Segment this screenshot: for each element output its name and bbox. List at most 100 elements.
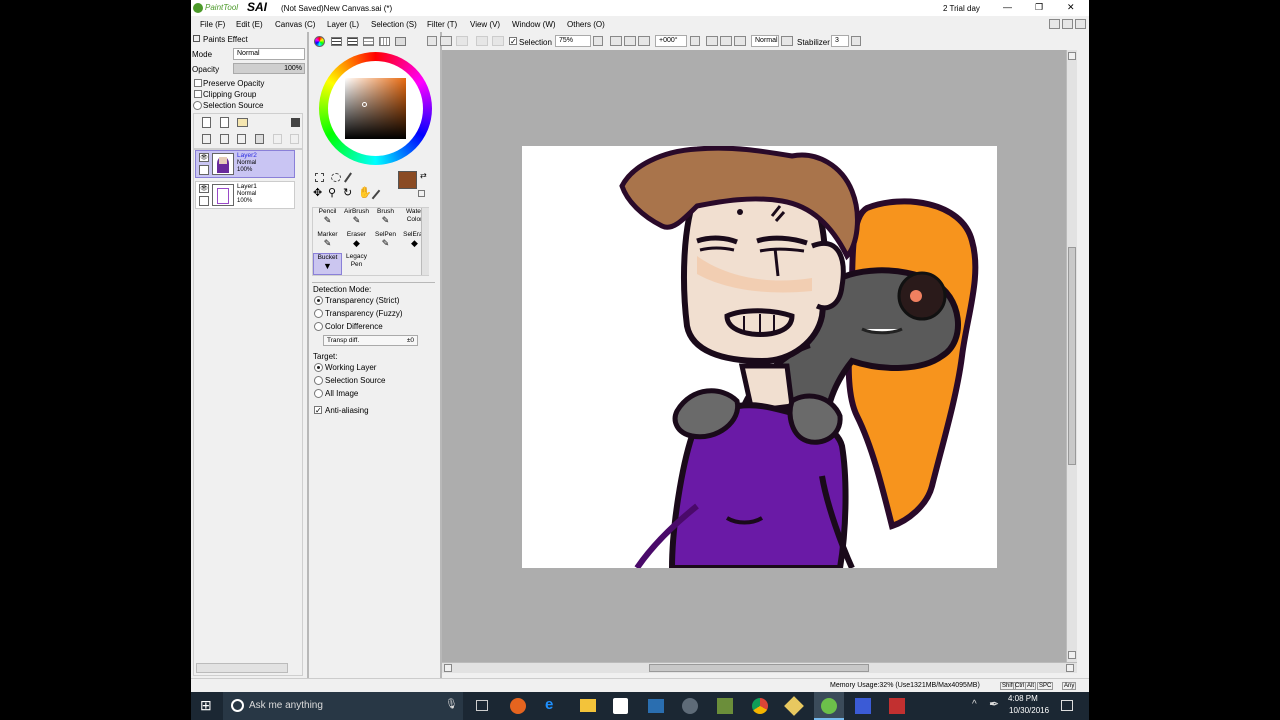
rotation-field[interactable]: +000° — [655, 35, 687, 47]
mode-select[interactable]: Normal — [233, 48, 305, 60]
rotate-left-button[interactable] — [706, 36, 718, 46]
menu-others[interactable]: Others (O) — [567, 20, 605, 29]
store-icon[interactable] — [613, 698, 628, 714]
menu-edit[interactable]: Edit (E) — [236, 20, 263, 29]
layer-row[interactable]: 👁 Layer2 Normal 100% — [195, 150, 295, 178]
delete-layer-icon[interactable] — [255, 134, 264, 144]
new-folder-icon[interactable] — [237, 118, 248, 127]
scroll-down-button[interactable] — [1068, 651, 1076, 659]
canvas-hscrollbar[interactable] — [442, 662, 1077, 673]
invert-selection-button[interactable] — [440, 36, 452, 46]
tool-legacy-pen[interactable]: Legacy Pen — [342, 253, 371, 275]
zoom-icon[interactable]: ⚲ — [328, 186, 336, 199]
show-hidden-icons[interactable]: ^ — [972, 699, 977, 710]
paints-effect-expand-icon[interactable] — [193, 35, 200, 42]
blend-field[interactable]: Normal — [751, 35, 779, 47]
canvas-area[interactable] — [442, 50, 1077, 673]
primary-color-swatch[interactable] — [398, 171, 417, 189]
canvas-vscrollbar[interactable] — [1066, 50, 1077, 662]
tool-bucket[interactable]: Bucket ▼ — [313, 253, 342, 275]
task-view-icon[interactable] — [476, 700, 488, 711]
zoom-field[interactable]: 75% — [555, 35, 591, 47]
steam-icon[interactable] — [682, 698, 698, 714]
rotate-icon[interactable]: ↻ — [343, 186, 352, 199]
move-icon[interactable]: ✥ — [313, 186, 322, 199]
layer-list-hscrollbar[interactable] — [196, 663, 288, 673]
color-diff-radio[interactable] — [314, 322, 323, 331]
scroll-left-button[interactable] — [444, 664, 452, 672]
tool-selpen[interactable]: SelPen ✎ — [371, 231, 400, 253]
color-wheel-mode-icon[interactable] — [314, 36, 325, 47]
menu-file[interactable]: File (F) — [200, 20, 225, 29]
selection-source-radio[interactable] — [193, 101, 202, 110]
brush-lock-icon[interactable] — [199, 165, 209, 175]
zoom-dropdown-button[interactable] — [593, 36, 603, 46]
all-image-radio[interactable] — [314, 389, 323, 398]
stabilizer-dropdown-button[interactable] — [851, 36, 861, 46]
tool-marker[interactable]: Marker ✎ — [313, 231, 342, 253]
rotation-dropdown-button[interactable] — [690, 36, 700, 46]
swatches-icon[interactable] — [379, 37, 390, 46]
new-layer-icon[interactable] — [202, 117, 211, 128]
working-layer-radio[interactable] — [314, 363, 323, 372]
blend-dropdown-button[interactable] — [781, 36, 793, 46]
action-center-icon[interactable] — [1061, 700, 1073, 711]
stabilizer-field[interactable]: 3 — [831, 35, 849, 47]
menu-layer[interactable]: Layer (L) — [327, 20, 359, 29]
cortana-search-box[interactable]: Ask me anything 🎙 — [223, 692, 463, 720]
zoom-in-button[interactable] — [624, 36, 636, 46]
selection-source-target-radio[interactable] — [314, 376, 323, 385]
restore-button[interactable]: ❐ — [1035, 2, 1043, 13]
brush-lock-icon[interactable] — [199, 196, 209, 206]
mail-icon[interactable] — [648, 699, 664, 713]
menu-selection[interactable]: Selection (S) — [371, 20, 417, 29]
doc-restore-button[interactable] — [1062, 19, 1073, 29]
clipping-group-checkbox[interactable] — [194, 90, 202, 98]
zoom-reset-button[interactable] — [638, 36, 650, 46]
rect-select-icon[interactable] — [315, 173, 324, 182]
selection-checkbox[interactable]: ✓ — [509, 37, 517, 46]
close-button[interactable]: ✕ — [1067, 2, 1075, 13]
scratchpad-icon[interactable] — [395, 37, 406, 46]
rgb-slider-icon[interactable] — [331, 37, 342, 46]
menu-view[interactable]: View (V) — [470, 20, 500, 29]
doc-close-button[interactable] — [1075, 19, 1086, 29]
file-explorer-icon[interactable] — [580, 699, 596, 712]
app-icon[interactable] — [855, 698, 871, 714]
transfer-down-icon[interactable] — [202, 134, 211, 144]
menu-window[interactable]: Window (W) — [512, 20, 556, 29]
fuzzy-radio[interactable] — [314, 309, 323, 318]
merge-down-icon[interactable] — [220, 134, 229, 144]
windows-start-icon[interactable]: ⊞ — [200, 697, 212, 714]
tool-airbrush[interactable]: AirBrush ✎ — [342, 208, 371, 230]
app-icon[interactable] — [889, 698, 905, 714]
layer-mask-icon[interactable] — [291, 118, 300, 127]
drawing-canvas[interactable] — [522, 146, 997, 568]
strict-radio[interactable] — [314, 296, 323, 305]
microphone-icon[interactable]: 🎙 — [445, 699, 458, 710]
deselect-button[interactable] — [427, 36, 437, 46]
vscroll-thumb[interactable] — [1068, 247, 1076, 465]
minimize-button[interactable]: — — [1003, 2, 1012, 12]
visibility-eye-icon[interactable]: 👁 — [199, 153, 209, 162]
minecraft-icon[interactable] — [717, 698, 733, 714]
transparent-color-icon[interactable] — [418, 190, 425, 197]
zoom-out-button[interactable] — [610, 36, 622, 46]
scroll-right-button[interactable] — [1066, 664, 1074, 672]
edge-icon[interactable]: e — [545, 696, 553, 713]
eyedropper-icon[interactable] — [371, 189, 381, 200]
menu-filter[interactable]: Filter (T) — [427, 20, 457, 29]
layer-row[interactable]: 👁 Layer1 Normal 100% — [195, 181, 295, 209]
color-mixer-icon[interactable] — [363, 37, 374, 46]
scroll-up-button[interactable] — [1068, 52, 1076, 60]
magic-wand-icon[interactable] — [344, 172, 352, 183]
new-linework-layer-icon[interactable] — [220, 117, 229, 128]
clear-layer-icon[interactable] — [237, 134, 246, 144]
color-wheel[interactable] — [319, 52, 432, 165]
tool-brush[interactable]: Brush ✎ — [371, 208, 400, 230]
tool-eraser[interactable]: Eraser ◆ — [342, 231, 371, 253]
chrome-icon[interactable] — [752, 698, 768, 714]
hsv-slider-icon[interactable] — [347, 37, 358, 46]
lasso-icon[interactable] — [331, 173, 341, 182]
flip-button[interactable] — [734, 36, 746, 46]
